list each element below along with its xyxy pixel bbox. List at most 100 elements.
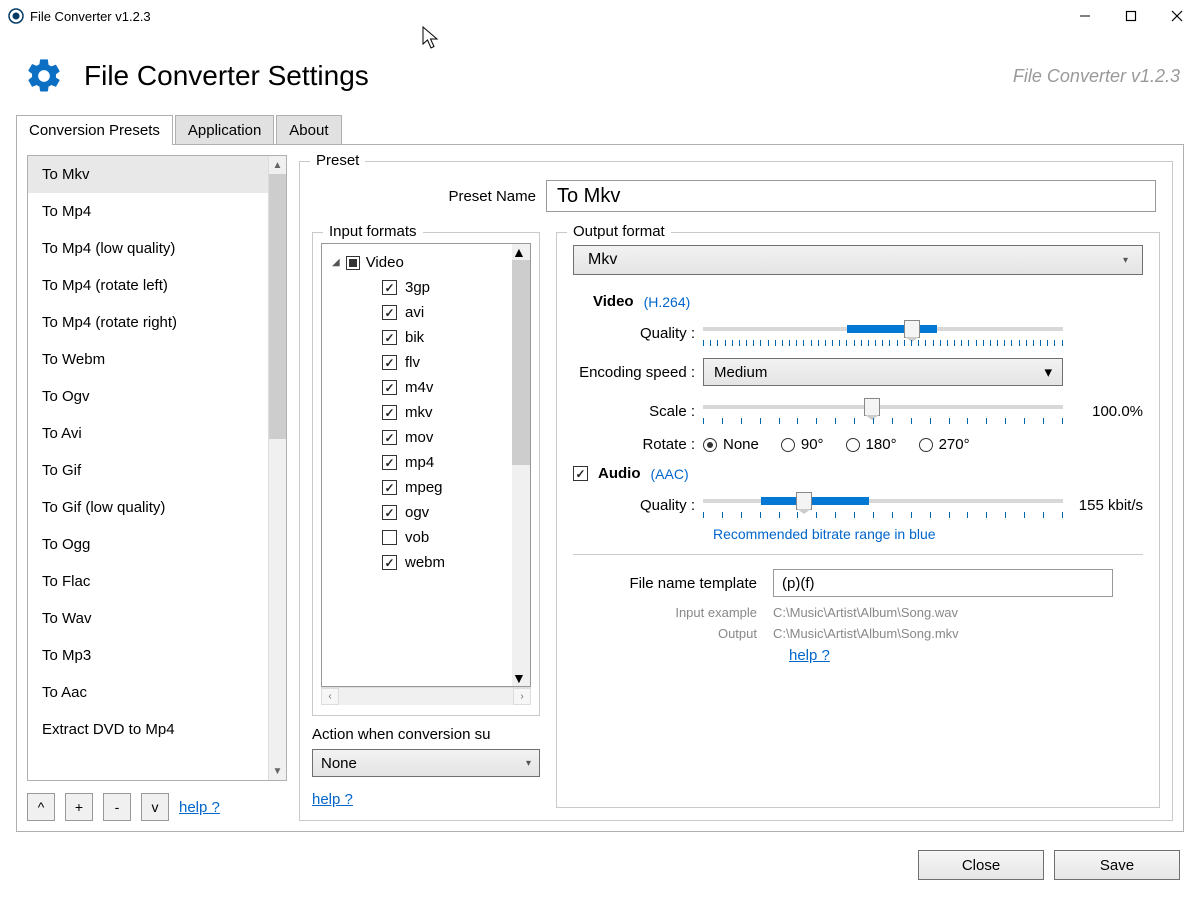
- scale-slider[interactable]: [703, 398, 1063, 424]
- format-label: bik: [405, 329, 424, 346]
- preset-item[interactable]: To Mkv: [28, 156, 268, 193]
- preset-item[interactable]: To Mp4 (rotate right): [28, 304, 268, 341]
- close-button-footer[interactable]: Close: [918, 850, 1044, 880]
- audio-quality-slider[interactable]: [703, 492, 1063, 518]
- format-checkbox[interactable]: [382, 480, 397, 495]
- scale-label: Scale :: [573, 403, 703, 420]
- format-checkbox[interactable]: [382, 280, 397, 295]
- audio-quality-label: Quality :: [573, 497, 703, 514]
- audio-bitrate-note: Recommended bitrate range in blue: [713, 526, 1143, 542]
- audio-enable-checkbox[interactable]: [573, 466, 588, 481]
- output-format-fieldset: Output format Mkv ▾ Video (H.264) Qualit…: [556, 232, 1160, 808]
- format-item[interactable]: mov: [326, 425, 508, 450]
- preset-remove-button[interactable]: -: [103, 793, 131, 821]
- output-format-legend: Output format: [567, 223, 671, 240]
- preset-item[interactable]: To Gif: [28, 452, 268, 489]
- format-label: mp4: [405, 454, 434, 471]
- format-item[interactable]: mkv: [326, 400, 508, 425]
- tab-about[interactable]: About: [276, 115, 341, 145]
- format-item[interactable]: flv: [326, 350, 508, 375]
- encoding-speed-value: Medium: [714, 364, 767, 381]
- format-item[interactable]: 3gp: [326, 275, 508, 300]
- format-label: 3gp: [405, 279, 430, 296]
- format-checkbox[interactable]: [382, 555, 397, 570]
- input-formats-column: Input formats ◢Video3gpavibikflvm4vmkvmo…: [312, 226, 540, 808]
- group-checkbox[interactable]: [346, 256, 360, 270]
- rotate-option[interactable]: 180°: [846, 436, 897, 453]
- preset-item[interactable]: To Mp4 (low quality): [28, 230, 268, 267]
- preset-item[interactable]: To Avi: [28, 415, 268, 452]
- expand-icon: ◢: [332, 257, 340, 268]
- input-formats-tree: ◢ Video3gp avi bik flvm4vmkvmov mp4 mpeg ogv vob…: [321, 243, 531, 687]
- tab-application[interactable]: Application: [175, 115, 274, 145]
- scale-value: 100.0%: [1063, 403, 1143, 420]
- preset-move-up-button[interactable]: ^: [27, 793, 55, 821]
- format-group-header[interactable]: ◢ Video: [326, 250, 508, 275]
- close-button[interactable]: [1154, 0, 1200, 32]
- format-checkbox[interactable]: [382, 530, 397, 545]
- format-checkbox[interactable]: [382, 355, 397, 370]
- format-checkbox[interactable]: [382, 405, 397, 420]
- format-item[interactable]: mpeg: [326, 475, 508, 500]
- video-quality-slider[interactable]: [703, 320, 1063, 346]
- format-group-label: Video: [366, 254, 404, 271]
- format-label: ogv: [405, 504, 429, 521]
- audio-section-label: Audio: [598, 465, 641, 482]
- header: File Converter Settings File Converter v…: [0, 32, 1200, 114]
- format-item[interactable]: mp4: [326, 450, 508, 475]
- format-checkbox[interactable]: [382, 505, 397, 520]
- preset-item[interactable]: To Mp3: [28, 637, 268, 674]
- format-item[interactable]: avi: [326, 300, 508, 325]
- format-label: mpeg: [405, 479, 443, 496]
- preset-item[interactable]: To Ogv: [28, 378, 268, 415]
- rotate-option[interactable]: 270°: [919, 436, 970, 453]
- title-bar: File Converter v1.2.3: [0, 0, 1200, 32]
- rotate-option[interactable]: 90°: [781, 436, 824, 453]
- format-checkbox[interactable]: [382, 380, 397, 395]
- input-help-link[interactable]: help ?: [312, 791, 540, 808]
- preset-fieldset: Preset Preset Name Input formats ◢Video3…: [299, 161, 1173, 821]
- preset-add-button[interactable]: +: [65, 793, 93, 821]
- formats-hscroll[interactable]: ‹›: [321, 687, 531, 705]
- format-item[interactable]: m4v: [326, 375, 508, 400]
- format-checkbox[interactable]: [382, 455, 397, 470]
- preset-scrollbar[interactable]: ▲▼: [268, 156, 286, 780]
- encoding-speed-select[interactable]: Medium ▾: [703, 358, 1063, 386]
- radio-icon: [781, 438, 795, 452]
- rotate-option[interactable]: None: [703, 436, 759, 453]
- fnt-input[interactable]: [773, 569, 1113, 597]
- preset-item[interactable]: To Ogg: [28, 526, 268, 563]
- format-item[interactable]: webm: [326, 550, 508, 575]
- preset-item[interactable]: To Aac: [28, 674, 268, 711]
- format-checkbox[interactable]: [382, 430, 397, 445]
- fnt-label: File name template: [573, 575, 773, 592]
- preset-help-link[interactable]: help ?: [179, 799, 220, 816]
- format-item[interactable]: bik: [326, 325, 508, 350]
- save-button[interactable]: Save: [1054, 850, 1180, 880]
- format-checkbox[interactable]: [382, 305, 397, 320]
- preset-item[interactable]: Extract DVD to Mp4: [28, 711, 268, 748]
- format-label: avi: [405, 304, 424, 321]
- preset-name-input[interactable]: [546, 180, 1156, 212]
- format-item[interactable]: ogv: [326, 500, 508, 525]
- minimize-button[interactable]: [1062, 0, 1108, 32]
- format-checkbox[interactable]: [382, 330, 397, 345]
- format-item[interactable]: vob: [326, 525, 508, 550]
- tab-presets[interactable]: Conversion Presets: [16, 115, 173, 145]
- maximize-button[interactable]: [1108, 0, 1154, 32]
- fnt-help-link[interactable]: help ?: [789, 647, 830, 664]
- output-format-select[interactable]: Mkv ▾: [573, 245, 1143, 275]
- format-label: webm: [405, 554, 445, 571]
- preset-item[interactable]: To Flac: [28, 563, 268, 600]
- preset-move-down-button[interactable]: v: [141, 793, 169, 821]
- preset-item[interactable]: To Wav: [28, 600, 268, 637]
- preset-item[interactable]: To Webm: [28, 341, 268, 378]
- preset-list: To MkvTo Mp4To Mp4 (low quality)To Mp4 (…: [27, 155, 287, 781]
- preset-item[interactable]: To Mp4 (rotate left): [28, 267, 268, 304]
- rotate-option-label: 180°: [866, 436, 897, 453]
- preset-item[interactable]: To Mp4: [28, 193, 268, 230]
- preset-item[interactable]: To Gif (low quality): [28, 489, 268, 526]
- action-when-select[interactable]: None ▾: [312, 749, 540, 777]
- rotate-label: Rotate :: [573, 436, 703, 453]
- formats-vscroll[interactable]: ▲▼: [512, 244, 530, 686]
